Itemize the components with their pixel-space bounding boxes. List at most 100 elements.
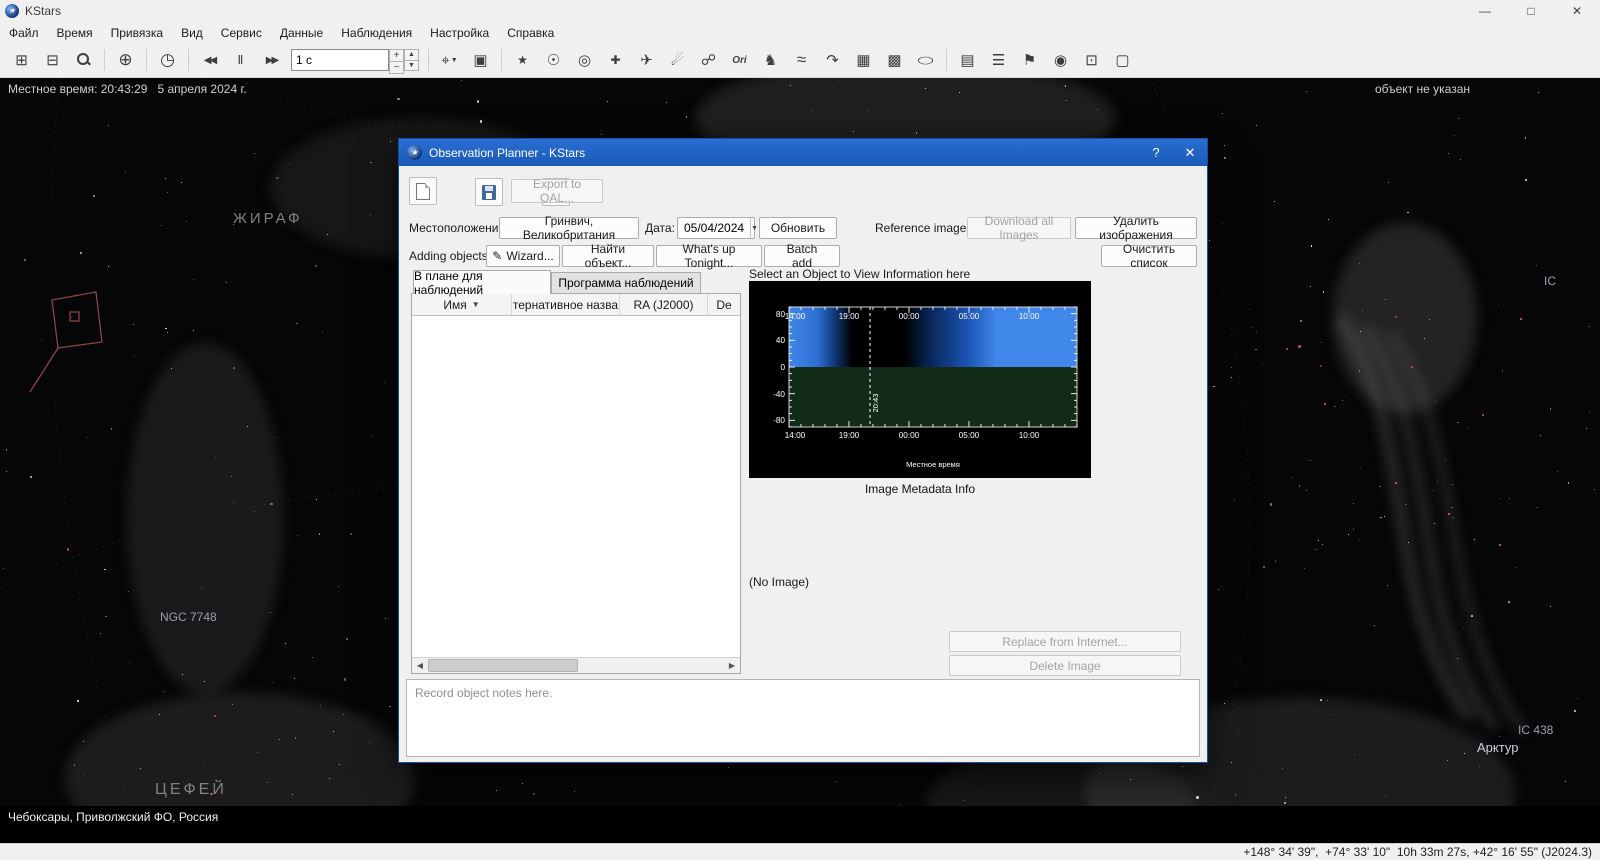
toolbar-separator xyxy=(428,49,429,71)
column-header-dec[interactable]: De xyxy=(708,294,740,315)
no-image-label: (No Image) xyxy=(749,575,810,589)
chevron-down-icon[interactable]: ▼ xyxy=(750,218,758,238)
svg-text:00:00: 00:00 xyxy=(899,312,920,321)
table-header-row: Имя ▼ тернативное назва RA (J2000) De xyxy=(412,294,740,316)
comet-icon: ☄ xyxy=(670,52,685,69)
reference-images-label: Reference images: xyxy=(875,221,976,235)
scrollbar-thumb[interactable] xyxy=(428,659,578,672)
object-label-ngc7748: NGC 7748 xyxy=(160,610,217,624)
svg-text:Местное время: Местное время xyxy=(906,460,960,469)
location-label: Местоположение: xyxy=(409,221,509,235)
time-backward-button[interactable]: ◀◀ xyxy=(195,47,224,74)
tab-session-plan[interactable]: Программа наблюдений xyxy=(551,272,701,294)
observation-list-button[interactable]: ☰ xyxy=(984,47,1013,74)
adding-objects-label: Adding objects: xyxy=(409,249,492,263)
object-label-ic438: IC 438 xyxy=(1518,723,1554,737)
pause-time-button[interactable]: Ⅱ xyxy=(226,47,255,74)
column-header-name[interactable]: Имя ▼ xyxy=(412,294,512,315)
wizard-button[interactable]: ✎ Wizard... xyxy=(486,245,560,267)
toggle-ground-button[interactable]: ◯ xyxy=(911,47,940,74)
dialog-help-button[interactable]: ? xyxy=(1139,139,1173,166)
toggle-equatorial-grid-button[interactable]: ▦ xyxy=(849,47,878,74)
window-titlebar[interactable]: ★ KStars — □ ✕ xyxy=(0,0,1600,22)
time-step-control: + − ▲ ▼ xyxy=(291,49,419,74)
whats-interesting-button[interactable]: ▤ xyxy=(953,47,982,74)
scroll-right-icon[interactable]: ▶ xyxy=(724,658,740,673)
zoom-in-button[interactable]: ⊞ xyxy=(7,47,36,74)
window-title: KStars xyxy=(25,4,62,18)
toggle-deep-sky-button[interactable]: ◎ xyxy=(570,47,599,74)
image-icon: ▣ xyxy=(473,52,488,69)
flags-button[interactable]: ⚑ xyxy=(1015,47,1044,74)
find-object-button[interactable]: Найти объект... xyxy=(562,242,654,270)
export-image-button[interactable]: ▣ xyxy=(466,47,495,74)
dialog-close-button[interactable]: ✕ xyxy=(1173,139,1207,166)
projection-button[interactable]: ◉ xyxy=(1046,47,1075,74)
kstars-logo-icon: ★ xyxy=(407,145,422,160)
menu-time[interactable]: Время xyxy=(48,23,102,43)
toggle-solar-system-button[interactable]: ☉ xyxy=(539,47,568,74)
horizontal-scrollbar[interactable]: ◀ ▶ xyxy=(412,657,740,673)
find-object-button[interactable] xyxy=(69,47,98,74)
menu-observation[interactable]: Наблюдения xyxy=(332,23,421,43)
new-list-button[interactable] xyxy=(409,177,437,205)
menu-tools[interactable]: Сервис xyxy=(212,23,271,43)
menu-pointing[interactable]: Привязка xyxy=(102,23,172,43)
toggle-satellites-button[interactable]: ✈ xyxy=(632,47,661,74)
download-all-images-button: Download all Images xyxy=(967,214,1071,242)
whats-up-tonight-button[interactable]: What's up Tonight... xyxy=(656,242,762,270)
minus-icon[interactable]: − xyxy=(389,61,404,74)
toggle-supernovae-button[interactable]: ✚ xyxy=(601,47,630,74)
minimize-button[interactable]: — xyxy=(1462,0,1508,22)
menu-data[interactable]: Данные xyxy=(271,23,332,43)
menu-file[interactable]: Файл xyxy=(0,23,48,43)
delete-images-button[interactable]: Удалить изображения xyxy=(1075,214,1197,242)
toggle-constellation-names-button[interactable]: Ori xyxy=(725,47,754,74)
set-time-button[interactable]: ◷ xyxy=(153,47,182,74)
geographic-button[interactable]: ⊕ xyxy=(111,47,140,74)
date-value: 05/04/2024 xyxy=(684,221,745,235)
spin-down-icon[interactable]: ▼ xyxy=(404,59,419,71)
maximize-button[interactable]: □ xyxy=(1508,0,1554,22)
time-forward-button[interactable]: ▶▶ xyxy=(257,47,286,74)
toggle-comets-button[interactable]: ☄ xyxy=(663,47,692,74)
object-table[interactable]: Имя ▼ тернативное назва RA (J2000) De ◀ ▶ xyxy=(411,293,741,674)
scrollbar-track[interactable] xyxy=(428,658,724,673)
toggle-constellation-art-button[interactable]: ♞ xyxy=(756,47,785,74)
scroll-left-icon[interactable]: ◀ xyxy=(412,658,428,673)
toggle-horizontal-grid-button[interactable]: ▩ xyxy=(880,47,909,74)
svg-text:19:00: 19:00 xyxy=(839,431,860,440)
dialog-titlebar[interactable]: ★ Observation Planner - KStars ? ✕ xyxy=(399,139,1207,166)
object-notes-textarea[interactable] xyxy=(406,679,1200,757)
save-list-button[interactable] xyxy=(475,178,504,206)
menu-help[interactable]: Справка xyxy=(498,23,563,43)
tab-wishlist[interactable]: В плане для наблюдений xyxy=(413,268,551,297)
tab-wishlist-label: В плане для наблюдений xyxy=(414,268,484,297)
toggle-constellation-lines-button[interactable]: ☍ xyxy=(694,47,723,74)
dialog-title: Observation Planner - KStars xyxy=(429,145,586,160)
svg-text:14:00: 14:00 xyxy=(785,312,806,321)
column-header-ra[interactable]: RA (J2000) xyxy=(620,294,708,315)
toggle-milky-way-button[interactable]: ≈ xyxy=(787,47,816,74)
toggle-ecliptic-button[interactable]: ↷ xyxy=(818,47,847,74)
update-button[interactable]: Обновить xyxy=(759,217,837,239)
date-combo[interactable]: 05/04/2024 ▼ xyxy=(677,217,758,239)
toggle-stars-button[interactable]: ★ xyxy=(508,47,537,74)
zoom-out-button[interactable]: ⊟ xyxy=(38,47,67,74)
star-icon: ★ xyxy=(517,53,528,67)
close-button[interactable]: ✕ xyxy=(1554,0,1600,22)
pointing-button[interactable]: ⌖ ▼ xyxy=(435,47,464,74)
column-header-alternative-name[interactable]: тернативное назва xyxy=(512,294,620,315)
horizontal-grid-icon: ▩ xyxy=(887,52,902,69)
svg-text:00:00: 00:00 xyxy=(899,431,920,440)
ecliptic-icon: ↷ xyxy=(826,52,839,69)
time-step-input[interactable] xyxy=(291,49,389,71)
pause-icon: Ⅱ xyxy=(237,53,244,67)
menu-view[interactable]: Вид xyxy=(172,23,212,43)
fullscreen-button[interactable]: ▢ xyxy=(1108,47,1137,74)
constellation-label-camelopardalis: ЖИРАФ xyxy=(233,210,303,227)
clear-list-button[interactable]: Очистить список xyxy=(1101,242,1197,270)
menu-settings[interactable]: Настройка xyxy=(421,23,498,43)
location-button[interactable]: Гринвич, Великобритания xyxy=(499,214,639,242)
fov-symbols-button[interactable]: ⊡ xyxy=(1077,47,1106,74)
